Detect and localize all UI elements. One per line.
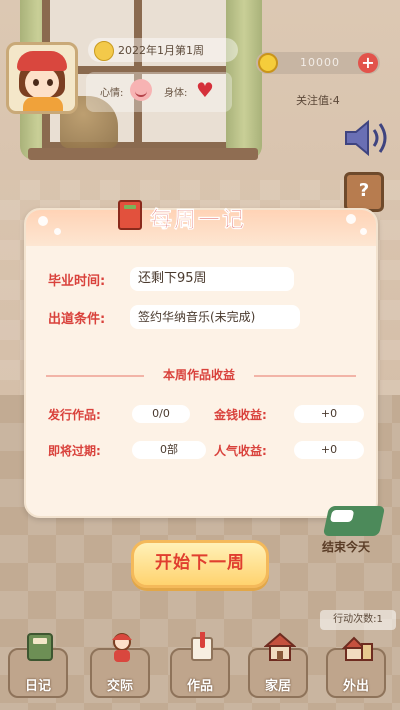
decor-dot (360, 228, 367, 235)
money-income-label: 金钱收益: (214, 408, 267, 422)
pen-paper-icon (191, 632, 213, 661)
end-day-label: 结束今天 (322, 540, 371, 554)
decor-dot (54, 228, 61, 235)
sun-icon (94, 41, 114, 61)
date-text: 2022年1月第1周 (118, 44, 204, 57)
diary-book-icon (27, 633, 53, 661)
popularity-income-label: 人气收益: (214, 444, 267, 458)
section-title: 本周作品收益 (144, 366, 254, 383)
popularity-income-value: +0 (294, 441, 364, 459)
avatar-shirt (23, 97, 63, 111)
add-money-button[interactable]: + (358, 53, 378, 73)
nav-diary-label: 日记 (24, 679, 51, 694)
player-avatar[interactable] (6, 42, 78, 114)
nav-outing-button[interactable]: 外出 (326, 636, 386, 698)
money-value: 10000 (300, 56, 340, 69)
avatar-cap (17, 51, 67, 71)
nav-outing-label: 外出 (342, 679, 369, 694)
body-label: 身体: (164, 88, 188, 99)
expiring-label: 即将过期: (48, 444, 101, 458)
released-value: 0/0 (132, 405, 190, 423)
nav-works-button[interactable]: 作品 (170, 632, 230, 698)
debut-value: 签约华纳音乐(未完成) (130, 305, 300, 329)
popularity-value: 关注值:4 (296, 94, 340, 107)
nav-home-label: 家居 (264, 679, 291, 694)
start-next-week-button[interactable]: 开始下一周 (131, 540, 269, 588)
nav-social-button[interactable]: 交际 (90, 633, 150, 698)
speaker-icon[interactable] (342, 118, 392, 158)
coin-icon (258, 53, 278, 73)
dialog-title: 每周一记 (150, 208, 247, 234)
avatar-face (25, 67, 59, 99)
bed-icon (322, 506, 386, 536)
decor-dot (346, 214, 356, 224)
status-panel: 心情: 身体: ♥ (86, 72, 232, 112)
heart-icon: ♥ (196, 78, 214, 102)
avatar-eye-right (47, 79, 53, 86)
expiring-value: 0部 (132, 441, 206, 459)
graduation-label: 毕业时间: (48, 274, 106, 289)
book-icon (118, 200, 142, 230)
money-income-value: +0 (294, 405, 364, 423)
debut-label: 出道条件: (48, 312, 106, 327)
nav-home-button[interactable]: 家居 (248, 632, 308, 698)
nav-works-label: 作品 (186, 679, 213, 694)
dialog-title-wrap: 每周一记 (116, 196, 286, 236)
window-sill (28, 148, 258, 160)
smile-face-icon (130, 79, 152, 101)
town-icon (342, 636, 373, 661)
nav-diary-button[interactable]: 日记 (8, 633, 68, 698)
weekly-summary-dialog: 每周一记 毕业时间: 还剩下95周 出道条件: 签约华纳音乐(未完成) 本周作品… (24, 200, 378, 518)
house-icon (264, 632, 296, 661)
released-label: 发行作品: (48, 408, 101, 422)
avatar-eye-left (33, 79, 39, 86)
mood-label: 心情: (100, 88, 124, 99)
end-day-button[interactable]: 结束今天 (320, 500, 388, 558)
date-display: 2022年1月第1周 (88, 38, 238, 62)
decor-dot (38, 216, 48, 226)
person-icon (112, 633, 132, 662)
nav-social-label: 交际 (106, 679, 133, 694)
graduation-value: 还剩下95周 (130, 267, 294, 291)
money-display: 10000 + (256, 52, 380, 74)
notebook-help-icon[interactable]: ? (344, 172, 384, 212)
actions-count: 行动次数:1 (320, 610, 396, 630)
